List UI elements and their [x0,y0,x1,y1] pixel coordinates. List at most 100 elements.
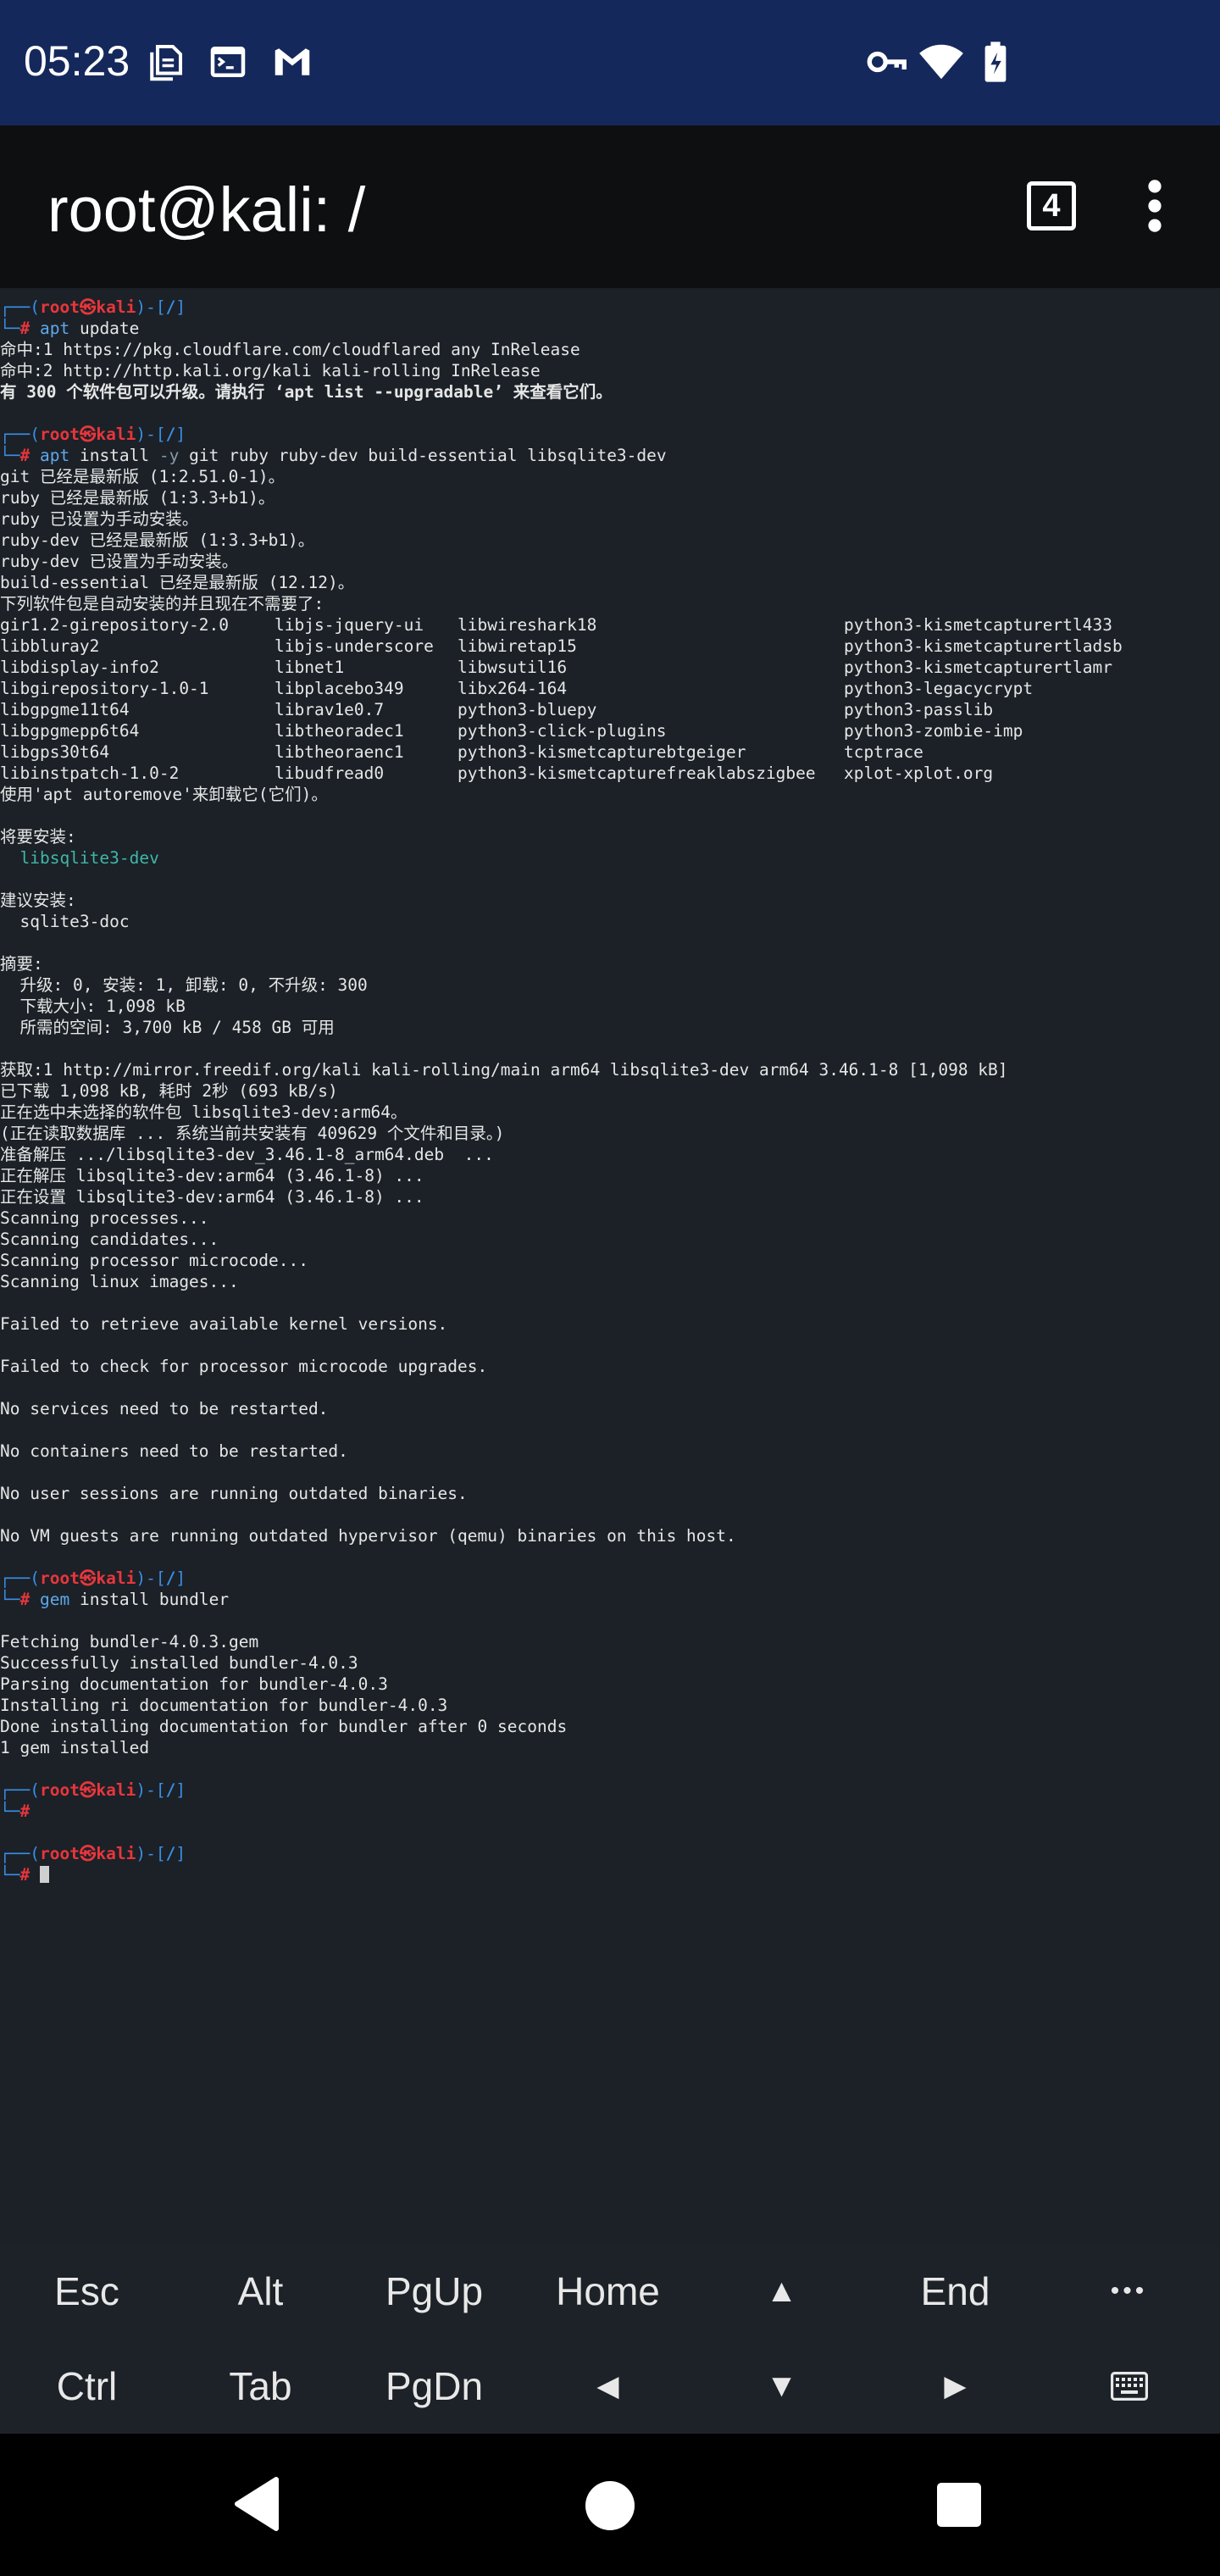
key-right-arrow[interactable]: ▶ [868,2339,1042,2434]
key-more[interactable]: ••• [1042,2244,1216,2339]
output-line: sqlite3-doc [0,912,130,931]
output-line: 下载大小: 1,098 kB [0,997,186,1016]
package-name: libgpgme11t64 [0,700,130,719]
package-columns-row: libgps30t64 libtheoraenc1 python3-kismetca… [0,741,1220,763]
key-ctrl[interactable]: Ctrl [0,2339,174,2434]
prompt-line-top: ┌──(root㉿kali)-[/] [0,425,186,444]
output-line: ruby-dev 已设置为手动安装。 [0,552,239,571]
output-line: Scanning processes... [0,1208,209,1228]
text-cursor [39,1866,49,1883]
command-line: └─# gem install bundler [0,1590,230,1609]
output-line: (正在读取数据库 ... 系统当前共安装有 409629 个文件和目录。) [0,1124,505,1143]
key-pgup[interactable]: PgUp [347,2244,521,2339]
output-line: Done installing documentation for bundle… [0,1717,568,1736]
output-line: 下列软件包是自动安装的并且现在不需要了: [0,594,324,613]
output-line: Scanning linux images... [0,1272,239,1291]
home-icon[interactable] [584,2479,636,2532]
key-end[interactable]: End [868,2244,1042,2339]
back-icon[interactable] [232,2474,283,2534]
package-columns-row: libgpgmepp6t64 libtheoradec1 python3-click… [0,720,1220,741]
command-line: └─# apt install -y git ruby ruby-dev bui… [0,446,667,465]
document-icon [150,44,183,81]
command-input-line[interactable]: └─# [0,1864,1220,1885]
package-name: python3-legacycrypt [844,679,1034,698]
output-line: 所需的空间: 3,700 kB / 458 GB 可用 [0,1018,335,1037]
output-line: No services need to be restarted. [0,1399,329,1418]
key-esc[interactable]: Esc [0,2244,174,2339]
output-line: 升级: 0, 安装: 1, 卸载: 0, 不升级: 300 [0,975,368,995]
package-columns-row: libgpgme11t64 librav1e0.7 python3-bluepy py… [0,699,1220,720]
key-left-arrow[interactable]: ◀ [521,2339,695,2434]
package-name: libplacebo349 [274,679,404,698]
package-name: python3-zombie-imp [844,721,1023,741]
wifi-icon [919,44,963,80]
more-vert-icon[interactable] [1140,178,1169,234]
output-line: ruby 已设置为手动安装。 [0,509,199,529]
recents-icon[interactable] [935,2481,983,2529]
prompt-line-top: ┌──(root㉿kali)-[/] [0,1568,186,1588]
package-columns-row: libinstpatch-1.0-2 libudfread0 python3-kis… [0,763,1220,784]
package-name: libtheoraenc1 [274,742,404,762]
package-name: python3-kismetcapturertl433 [844,615,1112,635]
prompt-line-top: ┌──(root㉿kali)-[/] [0,297,186,317]
output-line: No containers need to be restarted. [0,1441,348,1461]
output-line: 正在解压 libsqlite3-dev:arm64 (3.46.1-8) ... [0,1166,424,1185]
command-line: └─# [0,1802,30,1821]
output-line: Scanning candidates... [0,1230,219,1249]
output-line: 1 gem installed [0,1738,150,1757]
output-line: 准备解压 .../libsqlite3-dev_3.46.1-8_arm64.d… [0,1145,494,1164]
package-name: libgpgmepp6t64 [0,721,140,741]
key-down-arrow[interactable]: ▼ [695,2339,868,2434]
output-line: ruby 已经是最新版 (1:3.3+b1)。 [0,488,275,508]
package-name: python3-passlib [844,700,994,719]
output-line: Failed to retrieve available kernel vers… [0,1314,448,1334]
output-line: 命中:1 https://pkg.cloudflare.com/cloudfla… [0,340,580,359]
package-name: libwiretap15 [458,636,577,656]
package-name: libinstpatch-1.0-2 [0,763,180,783]
key-up-arrow[interactable]: ▲ [695,2244,868,2339]
key-home[interactable]: Home [521,2244,695,2339]
package-name: libudfread0 [274,763,385,783]
key-alt[interactable]: Alt [174,2244,347,2339]
package-columns-row: libbluray2 libjs-underscore libwiretap15 py… [0,636,1220,657]
key-tab[interactable]: Tab [174,2339,347,2434]
key-pgdn[interactable]: PgDn [347,2339,521,2434]
keyboard-toggle-button[interactable] [1042,2339,1216,2434]
package-name: librav1e0.7 [274,700,385,719]
package-name: libgps30t64 [0,742,110,762]
navigation-bar [0,2434,1220,2576]
package-name: libx264-164 [458,679,568,698]
session-title: root@kali: / [47,175,366,245]
package-name: python3-bluepy [458,700,597,719]
output-line: 命中:2 http://http.kali.org/kali kali-roll… [0,361,541,380]
output-line: No user sessions are running outdated bi… [0,1484,468,1503]
vpn-key-icon [867,51,907,73]
output-line: 将要安装: [0,827,76,847]
output-line: 摘要: [0,954,43,974]
output-line: 获取:1 http://mirror.freedif.org/kali kali… [0,1060,1008,1080]
package-name: libbluray2 [0,636,100,656]
package-name: python3-kismetcapturertladsb [844,636,1123,656]
output-line: 已下载 1,098 kB, 耗时 2秒 (693 kB/s) [0,1081,338,1101]
status-bar: 05:23 [0,0,1220,125]
sessions-count-button[interactable]: 4 [1027,181,1076,230]
output-line: Parsing documentation for bundler-4.0.3 [0,1674,388,1694]
output-line: 有 300 个软件包可以升级。请执行 ‘apt list --upgradabl… [0,382,613,402]
package-name: libjs-jquery-ui [274,615,424,635]
package-name: libwsutil16 [458,658,568,677]
battery-charging-icon [984,42,1006,82]
terminal-view[interactable]: ┌──(root㉿kali)-[/] └─# apt update 命中:1 h… [0,288,1220,2244]
package-name: libnet1 [274,658,345,677]
package-name: libjs-underscore [274,636,434,656]
keyboard-icon [1110,2372,1148,2401]
output-line: Scanning processor microcode... [0,1251,308,1270]
